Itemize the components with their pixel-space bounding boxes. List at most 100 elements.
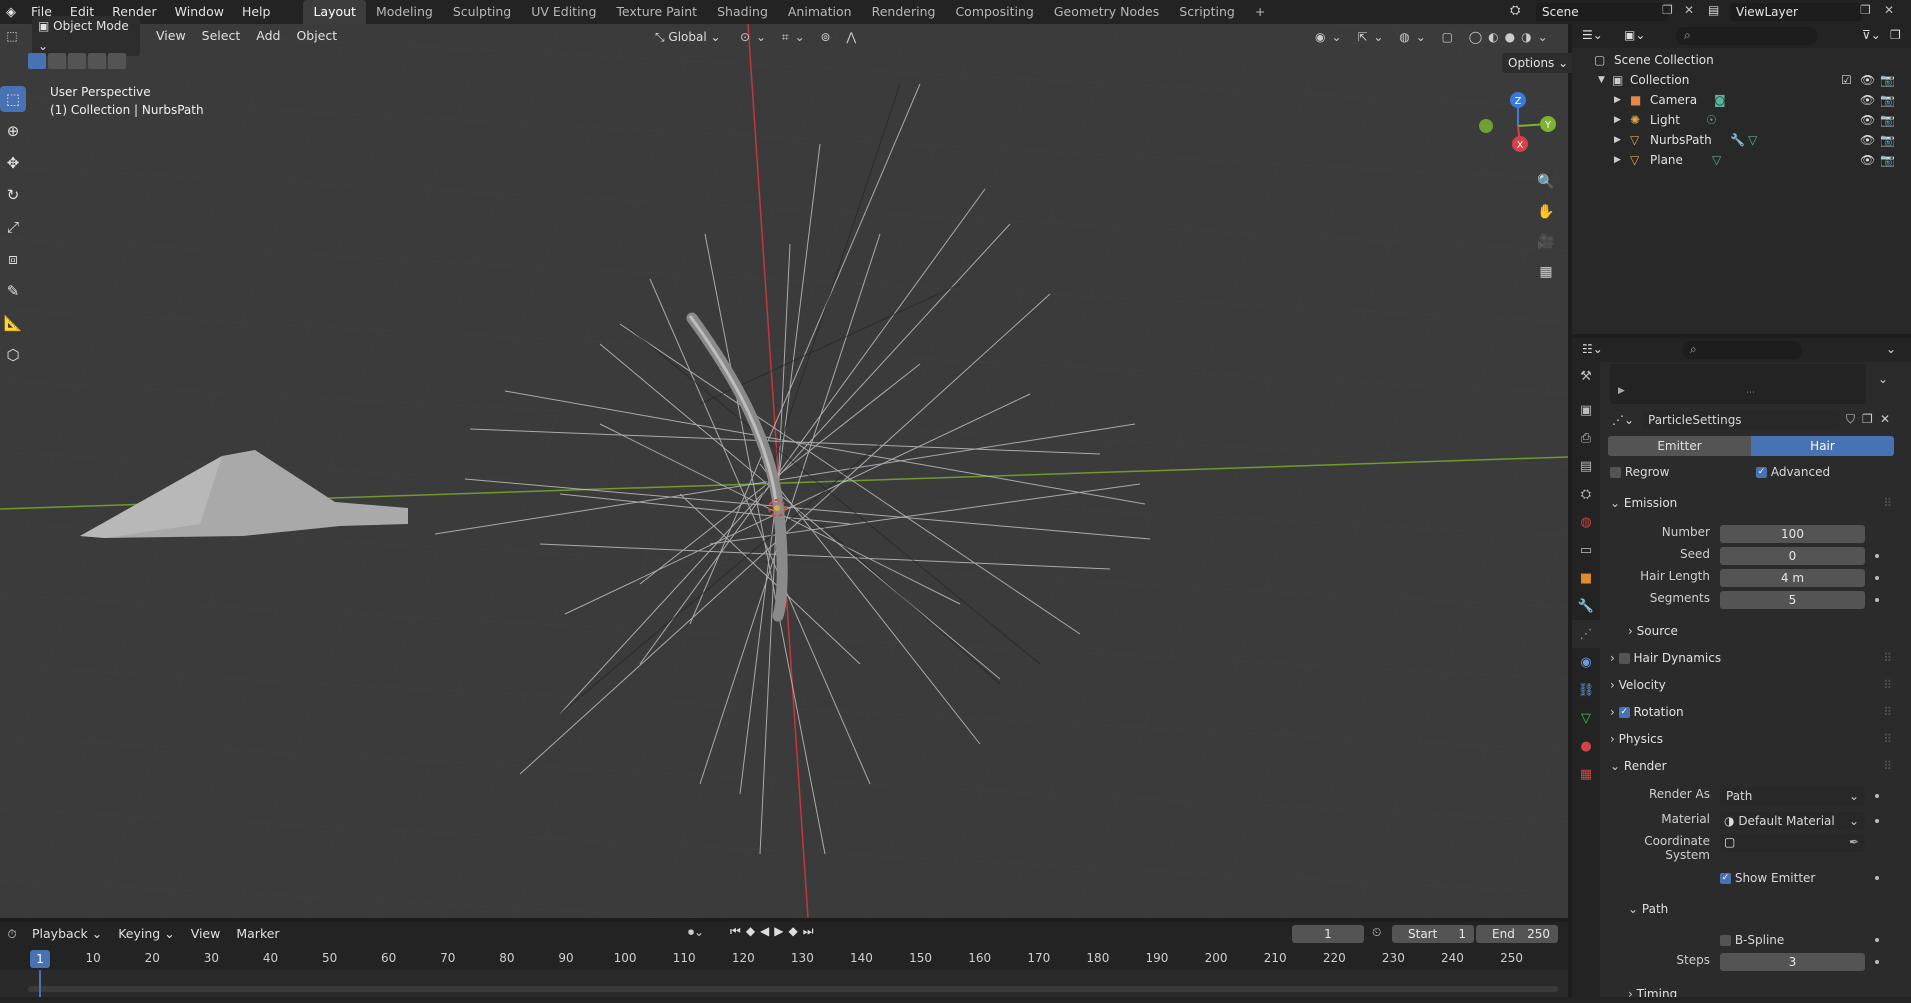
material-dropdown[interactable]: ◑ Default Material ⌄	[1720, 812, 1865, 830]
bspline-checkbox[interactable]: B-Spline	[1720, 931, 1784, 949]
menu-window[interactable]: Window	[166, 0, 233, 24]
next-keyframe-icon[interactable]: ◆	[789, 924, 803, 938]
close-scene-icon[interactable]: ✕	[1684, 3, 1694, 17]
tab-sculpting[interactable]: Sculpting	[443, 0, 521, 24]
ortho-grid-icon[interactable]: ▦	[1534, 260, 1558, 284]
bspline-check-icon[interactable]	[1720, 935, 1731, 946]
render-camera-icon[interactable]: 📷	[1880, 130, 1895, 150]
eyedropper-icon[interactable]: ✒	[1849, 835, 1859, 849]
close-viewlayer-icon[interactable]: ✕	[1884, 3, 1894, 17]
tab-scripting[interactable]: Scripting	[1169, 0, 1245, 24]
select-subtract-icon[interactable]	[68, 53, 86, 69]
select-intersect-icon[interactable]	[108, 53, 126, 69]
steps-field[interactable]: 3	[1720, 953, 1865, 971]
datablock-name-field[interactable]: ParticleSettings	[1642, 411, 1840, 429]
source-subpanel-header[interactable]: › Source	[1628, 622, 1678, 640]
filter-icon[interactable]: ⊽⌄	[1862, 28, 1881, 42]
keyframe-dot-icon[interactable]	[1875, 598, 1879, 602]
tab-animation[interactable]: Animation	[778, 0, 862, 24]
new-scene-icon[interactable]: ❐	[1662, 3, 1673, 17]
keying-menu[interactable]: Keying ⌄	[110, 923, 182, 945]
fake-user-shield-icon[interactable]: ⛉	[1846, 412, 1855, 427]
regrow-checkbox[interactable]: Regrow	[1610, 463, 1669, 481]
modifier-tab-icon[interactable]: 🔧	[1572, 592, 1600, 620]
velocity-panel-header[interactable]: › Velocity ⠿	[1610, 674, 1896, 696]
data-tab-icon[interactable]: ▽	[1572, 704, 1600, 732]
mode-dropdown[interactable]: ▣ Object Mode ⌄	[32, 16, 140, 56]
menu-add[interactable]: Add	[248, 25, 288, 47]
menu-view[interactable]: View	[148, 25, 194, 47]
move-tool-icon[interactable]: ✥	[0, 150, 26, 176]
select-new-icon[interactable]	[28, 53, 46, 69]
3d-viewport[interactable]	[0, 24, 1568, 918]
tab-compositing[interactable]: Compositing	[945, 0, 1043, 24]
add-workspace-icon[interactable]: +	[1245, 0, 1275, 24]
start-frame-field[interactable]: Start 1	[1392, 925, 1474, 943]
keyframe-dot-icon[interactable]	[1875, 554, 1879, 558]
playhead-frame-badge[interactable]: 1	[30, 950, 50, 968]
expand-arrow-icon[interactable]: ▶	[1614, 130, 1621, 150]
overlay-toolbar[interactable]: ◉⌄ ⇱⌄ ◍⌄ ▢ ◯◐●◑⌄	[1315, 27, 1554, 47]
scene-name-field[interactable]: Scene	[1536, 3, 1668, 21]
select-extend-icon[interactable]	[48, 53, 66, 69]
outliner-item-plane[interactable]: ▶ ▽ Plane ▽ 👁 📷	[1572, 150, 1911, 170]
options-dropdown[interactable]: Options ⌄	[1502, 53, 1575, 73]
rotate-tool-icon[interactable]: ↻	[0, 182, 26, 208]
new-viewlayer-icon[interactable]: ❐	[1860, 3, 1871, 17]
coordinate-system-field[interactable]: ▢ ✒	[1720, 834, 1865, 852]
keyframe-dot-icon[interactable]	[1875, 960, 1879, 964]
scene-collection-row[interactable]: ▢ Scene Collection	[1572, 50, 1911, 70]
exclude-checkbox-icon[interactable]: ☑	[1841, 70, 1852, 90]
prev-keyframe-icon[interactable]: ◆	[746, 924, 760, 938]
outliner-item-nurbspath[interactable]: ▶ ▽ NurbsPath 🔧 ▽ 👁 📷	[1572, 130, 1911, 150]
add-cube-tool-icon[interactable]: ⬡	[0, 342, 26, 368]
physics-tab-icon[interactable]: ◉	[1572, 648, 1600, 676]
play-reverse-icon[interactable]: ◀	[760, 924, 774, 938]
keyframe-dot-icon[interactable]	[1875, 819, 1879, 823]
output-tab-icon[interactable]: ⎙	[1572, 424, 1600, 452]
outliner-editor-icon[interactable]: ☰⌄	[1582, 28, 1603, 42]
render-camera-icon[interactable]: 📷	[1880, 110, 1895, 130]
expand-arrow-icon[interactable]: ▶	[1614, 110, 1621, 130]
menu-help[interactable]: Help	[233, 0, 280, 24]
cursor-tool-icon[interactable]: ⊕	[0, 118, 26, 144]
drag-handle-icon[interactable]: ⠿	[1883, 728, 1892, 750]
seed-field[interactable]: 0	[1720, 547, 1865, 565]
properties-options-icon[interactable]: ⌄	[1886, 342, 1896, 356]
unlink-datablock-icon[interactable]: ✕	[1880, 412, 1890, 426]
jump-start-icon[interactable]: ⏮	[730, 924, 746, 938]
select-invert-icon[interactable]	[88, 53, 106, 69]
timeline-scrollbar[interactable]	[28, 986, 1558, 992]
drag-handle-icon[interactable]: ⠿	[1883, 674, 1892, 696]
rotation-panel-header[interactable]: › ✓ Rotation ⠿	[1610, 701, 1896, 723]
material-tab-icon[interactable]: ●	[1572, 732, 1600, 760]
list-expand-icon[interactable]: ▶	[1618, 386, 1625, 396]
modifier-wrench-icon[interactable]: 🔧	[1730, 130, 1745, 150]
drag-handle-icon[interactable]: ⠿	[1883, 701, 1892, 723]
transform-tool-icon[interactable]: ⧈	[0, 246, 26, 272]
particle-settings-icon[interactable]: ⋰⌄	[1612, 413, 1634, 427]
properties-search-input[interactable]: ⌕	[1682, 341, 1802, 359]
render-panel-header[interactable]: ⌄ Render ⠿	[1610, 755, 1896, 777]
mesh-data-icon[interactable]: ▽	[1712, 150, 1721, 170]
visibility-eye-icon[interactable]: 👁	[1860, 130, 1875, 150]
outliner-item-light[interactable]: ▶ ✺ Light ☉ 👁 📷	[1572, 110, 1911, 130]
number-field[interactable]: 100	[1720, 525, 1865, 543]
tab-layout[interactable]: Layout	[303, 0, 366, 24]
outliner-item-camera[interactable]: ▶ ■ Camera ◙ 👁 📷	[1572, 90, 1911, 110]
timeline-view-menu[interactable]: View	[183, 923, 229, 945]
render-camera-icon[interactable]: 📷	[1880, 90, 1895, 110]
drag-handle-icon[interactable]: ⠿	[1883, 647, 1892, 669]
annotate-tool-icon[interactable]: ✎	[0, 278, 26, 304]
keyframe-dot-icon[interactable]	[1875, 876, 1879, 880]
timeline-editor-icon[interactable]: ⏱	[0, 927, 24, 942]
list-dropdown-icon[interactable]: ⌄	[1878, 372, 1888, 386]
frame-ruler[interactable]: 10 20 30 40 50 60 70 80 90 100 110 120 130 140 150 160 1…	[0, 950, 1568, 970]
emission-panel-header[interactable]: ⌄ Emission ⠿	[1610, 492, 1896, 514]
hair-length-field[interactable]: 4 m	[1720, 569, 1865, 587]
stopwatch-icon[interactable]: ⏲	[1372, 925, 1381, 940]
constraints-tab-icon[interactable]: ⛓	[1572, 676, 1600, 704]
show-emitter-checkbox[interactable]: ✓ Show Emitter	[1720, 869, 1815, 887]
new-collection-icon[interactable]: ❐	[1890, 28, 1901, 42]
rotation-check-icon[interactable]: ✓	[1618, 707, 1630, 718]
